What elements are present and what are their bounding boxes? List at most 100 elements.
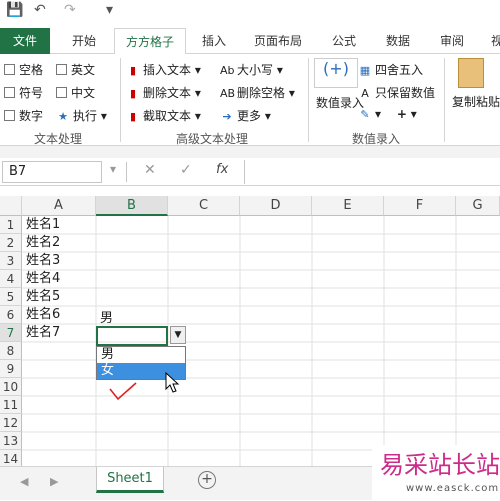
formula-input[interactable]: [244, 160, 500, 184]
group-label-advanced: 高级文本处理: [176, 132, 249, 146]
case-icon: Ab: [220, 64, 235, 77]
more-button[interactable]: ➔ 更多 ▾: [220, 107, 270, 124]
tab-view[interactable]: 视: [482, 28, 500, 54]
checkbox-space[interactable]: 空格: [4, 61, 43, 78]
column-header[interactable]: G: [456, 196, 500, 216]
row-header[interactable]: 6: [0, 306, 22, 324]
edit-icon: ✎: [360, 108, 370, 121]
ribbon-tabs: 文件 开始 方方格子 插入 页面布局 公式 数据 审阅 视: [0, 28, 500, 55]
row-header[interactable]: 10: [0, 378, 22, 396]
insert-text-button[interactable]: ▮ 插入文本 ▾: [126, 61, 201, 78]
add-sheet-button[interactable]: +: [198, 471, 216, 489]
cell-a5[interactable]: 姓名5: [22, 288, 60, 306]
delete-text-button[interactable]: ▮ 删除文本 ▾: [126, 84, 201, 101]
sheet-tab-bar: ◀ ▶ Sheet1 + 易采站长站 www.easck.com: [0, 445, 500, 501]
watermark: 易采站长站 www.easck.com: [372, 445, 500, 501]
delete-space-icon: AB: [220, 87, 236, 100]
checkbox-chinese[interactable]: 中文: [56, 84, 95, 101]
undo-icon[interactable]: ↶: [34, 2, 46, 18]
column-header[interactable]: F: [384, 196, 456, 216]
cell-a4[interactable]: 姓名4: [22, 270, 60, 288]
row-header[interactable]: 11: [0, 396, 22, 414]
name-box[interactable]: B7: [2, 161, 102, 183]
grid-lines: [22, 216, 500, 466]
clipboard-icon: [458, 58, 484, 88]
round-icon: ▦: [359, 64, 371, 77]
row-header[interactable]: 2: [0, 234, 22, 252]
number-entry-icon: (+): [314, 58, 358, 88]
formula-bar: B7 ▾ ✕ ✓ fx: [0, 158, 500, 186]
fx-icon[interactable]: fx: [216, 162, 228, 177]
row-header[interactable]: 8: [0, 342, 22, 360]
column-header[interactable]: D: [240, 196, 312, 216]
active-cell-b7[interactable]: [96, 326, 168, 346]
round-button[interactable]: ▦ 四舍五入: [358, 61, 423, 78]
tab-page-layout[interactable]: 页面布局: [246, 28, 310, 54]
cell-grid[interactable]: [22, 216, 500, 466]
watermark-text: 易采站长站: [380, 451, 500, 479]
column-header[interactable]: A: [22, 196, 96, 216]
extract-text-button[interactable]: ▮ 截取文本 ▾: [126, 107, 201, 124]
group-label-text: 文本处理: [34, 132, 83, 146]
cell-a3[interactable]: 姓名3: [22, 252, 60, 270]
insert-text-icon: ▮: [129, 64, 137, 77]
extra-tools-button[interactable]: ✎ ▾ + ▾: [358, 107, 416, 121]
dropdown-arrow-button[interactable]: ▼: [170, 326, 186, 344]
column-header[interactable]: C: [168, 196, 240, 216]
redo-icon[interactable]: ↷: [64, 2, 76, 18]
cell-a2[interactable]: 姓名2: [22, 234, 60, 252]
tab-review[interactable]: 审阅: [430, 28, 474, 54]
divider: [444, 58, 445, 142]
sheet-tab-sheet1[interactable]: Sheet1: [96, 467, 164, 493]
ribbon-gap: [0, 146, 500, 158]
column-header[interactable]: E: [312, 196, 384, 216]
row-header[interactable]: 7: [0, 324, 22, 342]
tab-data[interactable]: 数据: [376, 28, 420, 54]
cell-a7[interactable]: 姓名7: [22, 324, 60, 342]
cell-a6[interactable]: 姓名6: [22, 306, 60, 324]
enter-icon[interactable]: ✓: [180, 162, 192, 178]
tab-formulas[interactable]: 公式: [322, 28, 366, 54]
select-all-corner[interactable]: [0, 196, 22, 216]
row-header[interactable]: 3: [0, 252, 22, 270]
scroll-right-icon[interactable]: ▶: [50, 475, 58, 488]
scroll-left-icon[interactable]: ◀: [20, 475, 28, 488]
row-header[interactable]: 4: [0, 270, 22, 288]
delete-text-icon: ▮: [129, 87, 137, 100]
row-header[interactable]: 13: [0, 432, 22, 450]
row-header[interactable]: 12: [0, 414, 22, 432]
number-entry-button[interactable]: 数值录入: [316, 94, 364, 111]
spreadsheet: A B C D E F G 1 2 3 4 5 6 7 8 9 10 11 12…: [0, 196, 500, 468]
row-header[interactable]: 1: [0, 216, 22, 234]
execute-button[interactable]: ★ 执行 ▾: [56, 107, 107, 124]
divider: [120, 58, 121, 142]
tab-file[interactable]: 文件: [0, 28, 50, 54]
red-check-mark: [109, 382, 137, 401]
cancel-icon[interactable]: ✕: [144, 162, 156, 178]
copy-paste-button[interactable]: 复制粘贴: [452, 94, 500, 110]
column-header[interactable]: B: [96, 196, 168, 216]
group-label-number-entry: 数值录入: [352, 132, 401, 146]
checkbox-symbol[interactable]: 符号: [4, 84, 43, 101]
case-button[interactable]: Ab 大小写 ▾: [220, 61, 283, 78]
row-header[interactable]: 9: [0, 360, 22, 378]
checkbox-english[interactable]: 英文: [56, 61, 95, 78]
delete-space-button[interactable]: AB 删除空格 ▾: [220, 84, 295, 101]
dropdown-option-male[interactable]: 男: [97, 347, 185, 363]
keep-number-button[interactable]: A 只保留数值: [358, 84, 435, 101]
namebox-dropdown-icon[interactable]: ▾: [110, 162, 116, 176]
checkbox-number[interactable]: 数字: [4, 107, 43, 124]
tab-insert[interactable]: 插入: [192, 28, 236, 54]
extract-text-icon: ▮: [129, 110, 137, 123]
ribbon: 空格 英文 符号 中文 数字 ★ 执行 ▾ 文本处理 ▮ 插入文本 ▾ ▮ 删除文本 …: [0, 54, 500, 146]
tab-fangfang[interactable]: 方方格子: [114, 28, 186, 55]
save-icon[interactable]: 💾: [6, 2, 23, 18]
quick-access-toolbar: 💾 ↶ ↷ ▾: [0, 0, 500, 28]
divider: [308, 58, 309, 142]
row-header[interactable]: 5: [0, 288, 22, 306]
customize-icon[interactable]: ▾: [106, 2, 113, 18]
mouse-pointer-icon: [165, 372, 180, 393]
cell-a1[interactable]: 姓名1: [22, 216, 60, 234]
tab-home[interactable]: 开始: [58, 28, 110, 54]
watermark-url: www.easck.com: [406, 483, 500, 494]
